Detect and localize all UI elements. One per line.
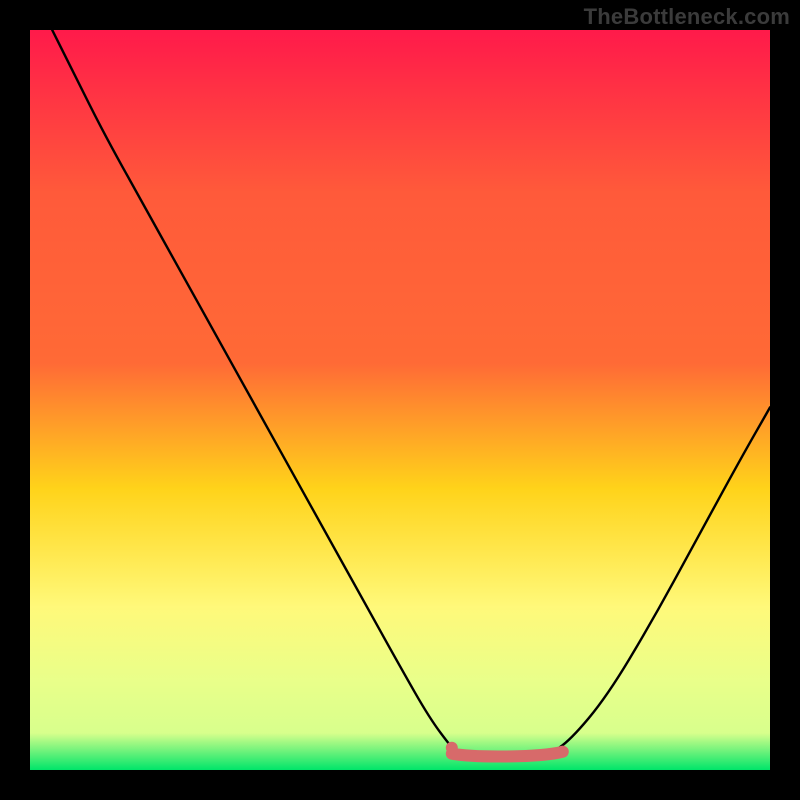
- attribution-label: TheBottleneck.com: [584, 4, 790, 30]
- optimal-range-marker: [452, 752, 563, 757]
- bottleneck-chart: [30, 30, 770, 770]
- optimal-point-marker: [446, 742, 458, 754]
- chart-stage: TheBottleneck.com: [0, 0, 800, 800]
- heat-gradient-background: [30, 30, 770, 770]
- plot-area: [30, 30, 770, 770]
